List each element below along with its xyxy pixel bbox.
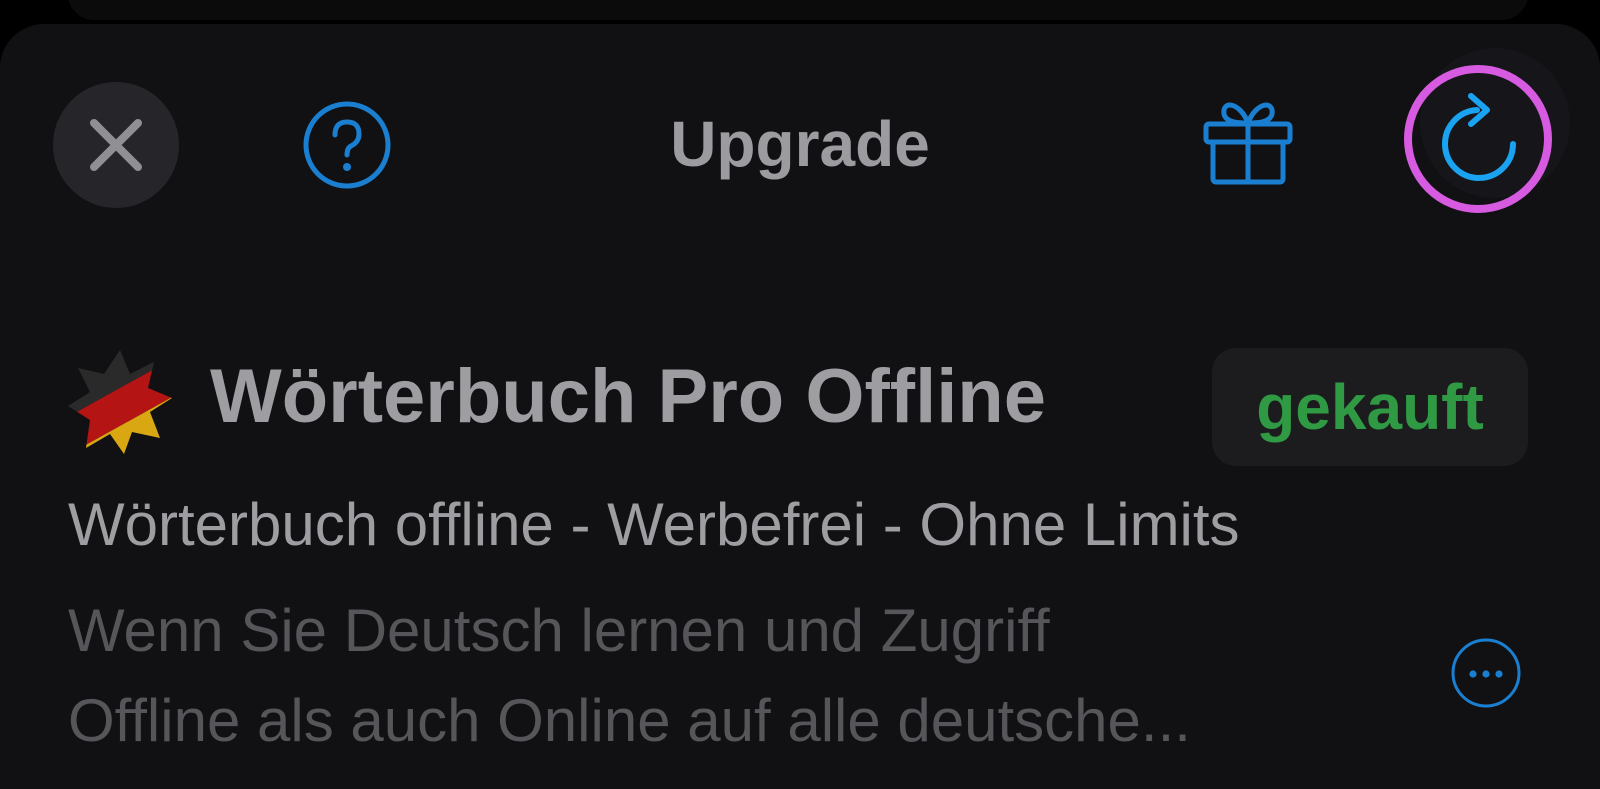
description-line: Wenn Sie Deutsch lernen und Zugriff — [68, 597, 1050, 664]
help-icon — [303, 101, 391, 189]
product-logo — [66, 348, 174, 456]
refresh-icon — [1442, 93, 1516, 181]
background-card — [68, 0, 1528, 20]
page-title: Upgrade — [670, 108, 930, 180]
more-button[interactable] — [1450, 637, 1522, 709]
product-subtitle: Wörterbuch offline - Werbefrei - Ohne Li… — [68, 491, 1240, 558]
refresh-button[interactable] — [1427, 88, 1531, 192]
description-line: Offline als auch Online auf alle deutsch… — [68, 687, 1191, 754]
gift-button[interactable] — [1200, 92, 1296, 188]
help-button[interactable] — [302, 100, 392, 190]
more-icon — [1451, 638, 1521, 708]
close-icon — [90, 119, 142, 171]
upgrade-screen: Upgrade Wörterbuch Pro Offline gekauft W… — [0, 0, 1600, 789]
product-name: Wörterbuch Pro Offline — [210, 354, 1046, 439]
status-badge: gekauft — [1212, 348, 1528, 466]
product-description: Wenn Sie Deutsch lernen und Zugriff Offl… — [68, 586, 1398, 766]
german-flag-badge-icon — [68, 350, 172, 454]
close-button[interactable] — [53, 82, 179, 208]
gift-icon — [1203, 102, 1293, 185]
